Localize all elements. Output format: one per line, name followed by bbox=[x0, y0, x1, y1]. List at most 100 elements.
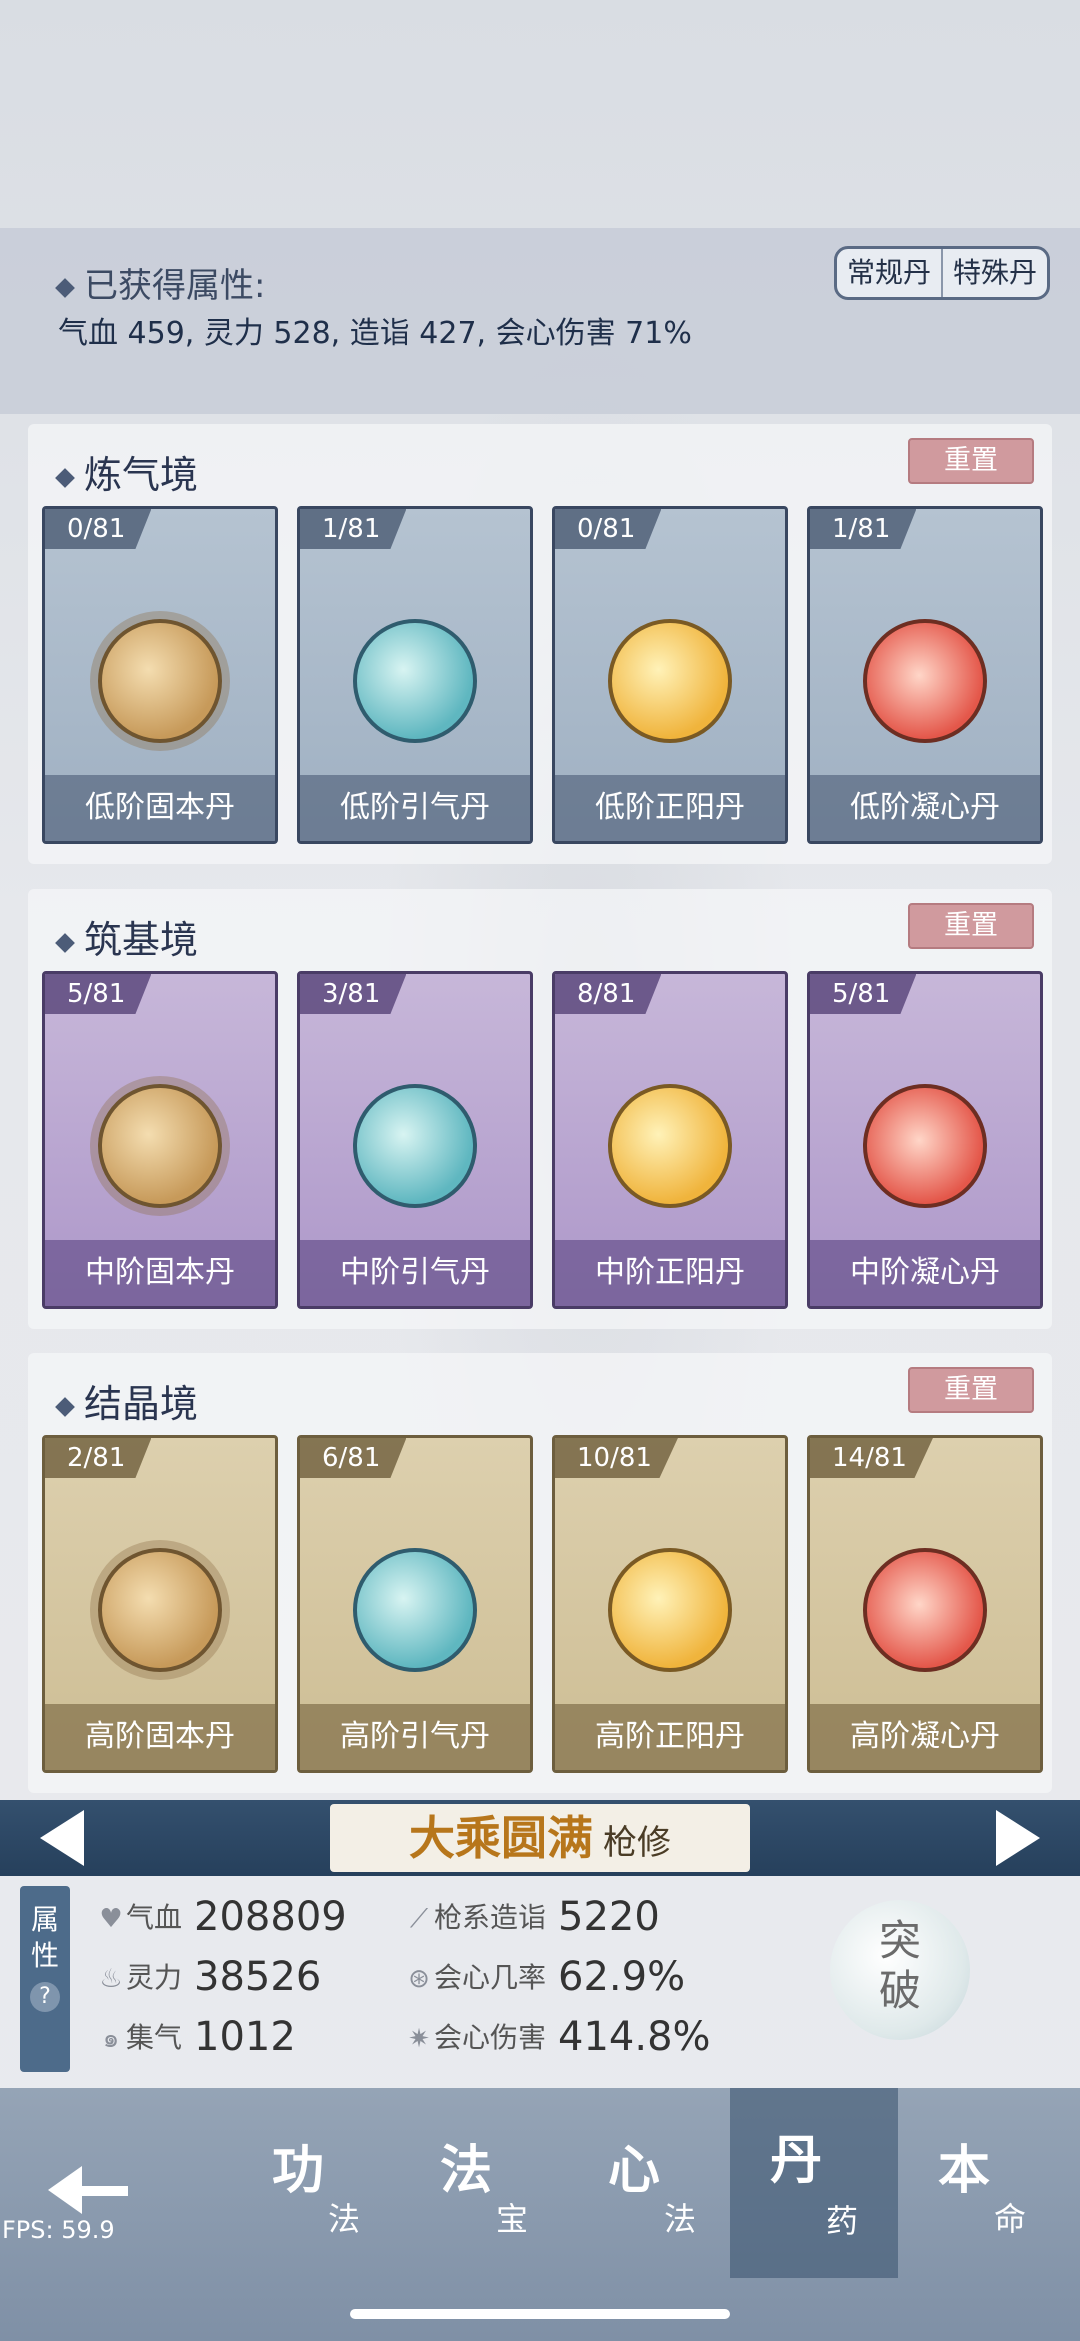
pill-card[interactable]: 14/81 高阶凝心丹 bbox=[807, 1435, 1043, 1773]
pill-count: 8/81 bbox=[555, 974, 662, 1014]
tab-main-label: 功 bbox=[272, 2141, 325, 2201]
target-icon: ⊛ bbox=[408, 1964, 430, 1994]
pill-card[interactable]: 1/81 低阶引气丹 bbox=[297, 506, 533, 844]
tab-benming[interactable]: 本 命 bbox=[898, 2116, 1066, 2266]
section-lianqi: 炼气境 重置 0/81 低阶固本丹 1/81 低阶引气丹 0/81 低阶正阳丹 … bbox=[28, 424, 1052, 864]
swirl-icon: ๑ bbox=[102, 2024, 120, 2054]
stat-value: 208809 bbox=[194, 1894, 347, 1940]
diamond-icon bbox=[55, 277, 75, 298]
pill-card[interactable]: 10/81 高阶正阳丹 bbox=[552, 1435, 788, 1773]
stat-label: 灵力 bbox=[126, 1961, 183, 1994]
pill-count: 3/81 bbox=[300, 974, 407, 1014]
section-zhuji: 筑基境 重置 5/81 中阶固本丹 3/81 中阶引气丹 8/81 中阶正阳丹 … bbox=[28, 889, 1052, 1329]
character-stats-panel: 属性 ? ♥ 气血 208809 ♨ 灵力 38526 ๑集气 1012 ⟋ 枪系造诣 522… bbox=[0, 1876, 1080, 2088]
back-arrow-icon[interactable] bbox=[48, 2160, 128, 2220]
pill-name: 中阶引气丹 bbox=[300, 1240, 530, 1306]
yin-qi-pill-icon bbox=[353, 619, 477, 743]
section-title-text: 炼气境 bbox=[84, 453, 199, 497]
section-jiejing: 结晶境 重置 2/81 高阶固本丹 6/81 高阶引气丹 10/81 高阶正阳丹… bbox=[28, 1353, 1052, 1793]
stat-hp: ♥ 气血 208809 bbox=[96, 1894, 347, 1940]
gu-ben-pill-icon bbox=[98, 1084, 222, 1208]
stat-mastery: ⟋ 枪系造诣 5220 bbox=[404, 1894, 660, 1940]
attributes-title: 已获得属性: bbox=[55, 258, 266, 307]
pill-count: 1/81 bbox=[810, 509, 917, 549]
pill-count: 6/81 bbox=[300, 1438, 407, 1478]
zheng-yang-pill-icon bbox=[608, 1548, 732, 1672]
spear-icon: ⟋ bbox=[409, 1904, 429, 1934]
zheng-yang-pill-icon bbox=[608, 1084, 732, 1208]
tab-gongfa[interactable]: 功 法 bbox=[232, 2116, 400, 2266]
tab-sub-label: 法 bbox=[664, 2200, 697, 2238]
pill-card[interactable]: 5/81 中阶凝心丹 bbox=[807, 971, 1043, 1309]
pill-card[interactable]: 0/81 低阶正阳丹 bbox=[552, 506, 788, 844]
tab-main-label: 心 bbox=[608, 2141, 661, 2201]
tab-main-label: 法 bbox=[440, 2141, 493, 2201]
diamond-icon bbox=[55, 1396, 75, 1417]
stat-value: 38526 bbox=[194, 1954, 322, 2000]
obtained-attributes-panel: 已获得属性: 气血 459, 灵力 528, 造诣 427, 会心伤害 71% … bbox=[0, 228, 1080, 414]
breakthrough-button[interactable]: 突破 bbox=[830, 1900, 970, 2040]
tab-regular-pills[interactable]: 常规丹 bbox=[837, 249, 941, 297]
next-arrow-icon[interactable] bbox=[996, 1810, 1040, 1866]
reset-button[interactable]: 重置 bbox=[908, 1367, 1034, 1413]
stat-value: 414.8% bbox=[558, 2014, 711, 2060]
pill-card[interactable]: 0/81 低阶固本丹 bbox=[42, 506, 278, 844]
pill-count: 5/81 bbox=[810, 974, 917, 1014]
zheng-yang-pill-icon bbox=[608, 619, 732, 743]
tab-special-pills[interactable]: 特殊丹 bbox=[940, 249, 1047, 297]
stat-label: 会心伤害 bbox=[434, 2021, 547, 2054]
flame-icon: ♨ bbox=[99, 1964, 123, 1994]
stat-crit-rate: ⊛ 会心几率 62.9% bbox=[404, 1954, 685, 2000]
ning-xin-pill-icon bbox=[863, 1084, 987, 1208]
pill-card[interactable]: 1/81 低阶凝心丹 bbox=[807, 506, 1043, 844]
tab-sub-label: 法 bbox=[328, 2200, 361, 2238]
realm-display: 大乘圆满 枪修 bbox=[330, 1804, 750, 1872]
stat-value: 1012 bbox=[194, 2014, 296, 2060]
pill-count: 1/81 bbox=[300, 509, 407, 549]
pill-name: 低阶引气丹 bbox=[300, 775, 530, 841]
pill-name: 低阶固本丹 bbox=[45, 775, 275, 841]
reset-button[interactable]: 重置 bbox=[908, 438, 1034, 484]
pill-card[interactable]: 6/81 高阶引气丹 bbox=[297, 1435, 533, 1773]
ning-xin-pill-icon bbox=[863, 1548, 987, 1672]
pill-card[interactable]: 5/81 中阶固本丹 bbox=[42, 971, 278, 1309]
pill-card[interactable]: 3/81 中阶引气丹 bbox=[297, 971, 533, 1309]
gu-ben-pill-icon bbox=[98, 619, 222, 743]
heart-icon: ♥ bbox=[99, 1904, 123, 1934]
tab-main-label: 丹 bbox=[770, 2131, 823, 2191]
help-icon[interactable]: ? bbox=[30, 1982, 60, 2012]
section-title: 炼气境 bbox=[55, 444, 199, 499]
tab-danyao[interactable]: 丹 药 bbox=[730, 2088, 898, 2278]
pill-name: 中阶凝心丹 bbox=[810, 1240, 1040, 1306]
stats-tag: 属性 ? bbox=[20, 1886, 70, 2072]
pill-name: 高阶引气丹 bbox=[300, 1704, 530, 1770]
pill-name: 低阶正阳丹 bbox=[555, 775, 785, 841]
realm-name: 大乘圆满 bbox=[409, 1811, 593, 1865]
stat-mp: ♨ 灵力 38526 bbox=[96, 1954, 321, 2000]
yin-qi-pill-icon bbox=[353, 1548, 477, 1672]
pill-count: 0/81 bbox=[45, 509, 152, 549]
stat-value: 62.9% bbox=[558, 1954, 686, 2000]
pill-card[interactable]: 2/81 高阶固本丹 bbox=[42, 1435, 278, 1773]
pill-name: 中阶固本丹 bbox=[45, 1240, 275, 1306]
tab-xinfa[interactable]: 心 法 bbox=[568, 2116, 736, 2266]
ning-xin-pill-icon bbox=[863, 619, 987, 743]
prev-arrow-icon[interactable] bbox=[40, 1810, 84, 1866]
pill-type-toggle: 常规丹 特殊丹 bbox=[833, 246, 1050, 300]
tab-sub-label: 命 bbox=[994, 2200, 1027, 2238]
stat-label: 集气 bbox=[126, 2021, 183, 2054]
bottom-nav: FPS: 59.9 功 法 法 宝 心 法 丹 药 本 命 bbox=[0, 2088, 1080, 2341]
pill-name: 低阶凝心丹 bbox=[810, 775, 1040, 841]
diamond-icon bbox=[55, 932, 75, 953]
diamond-icon bbox=[55, 467, 75, 488]
tab-fabao[interactable]: 法 宝 bbox=[400, 2116, 568, 2266]
pill-name: 高阶凝心丹 bbox=[810, 1704, 1040, 1770]
pill-card[interactable]: 8/81 中阶正阳丹 bbox=[552, 971, 788, 1309]
home-indicator[interactable] bbox=[350, 2309, 730, 2319]
pill-count: 0/81 bbox=[555, 509, 662, 549]
attributes-title-text: 已获得属性: bbox=[84, 266, 266, 306]
tab-sub-label: 宝 bbox=[496, 2200, 529, 2238]
stat-label: 气血 bbox=[126, 1901, 183, 1934]
reset-button[interactable]: 重置 bbox=[908, 903, 1034, 949]
stat-label: 枪系造诣 bbox=[434, 1901, 547, 1934]
